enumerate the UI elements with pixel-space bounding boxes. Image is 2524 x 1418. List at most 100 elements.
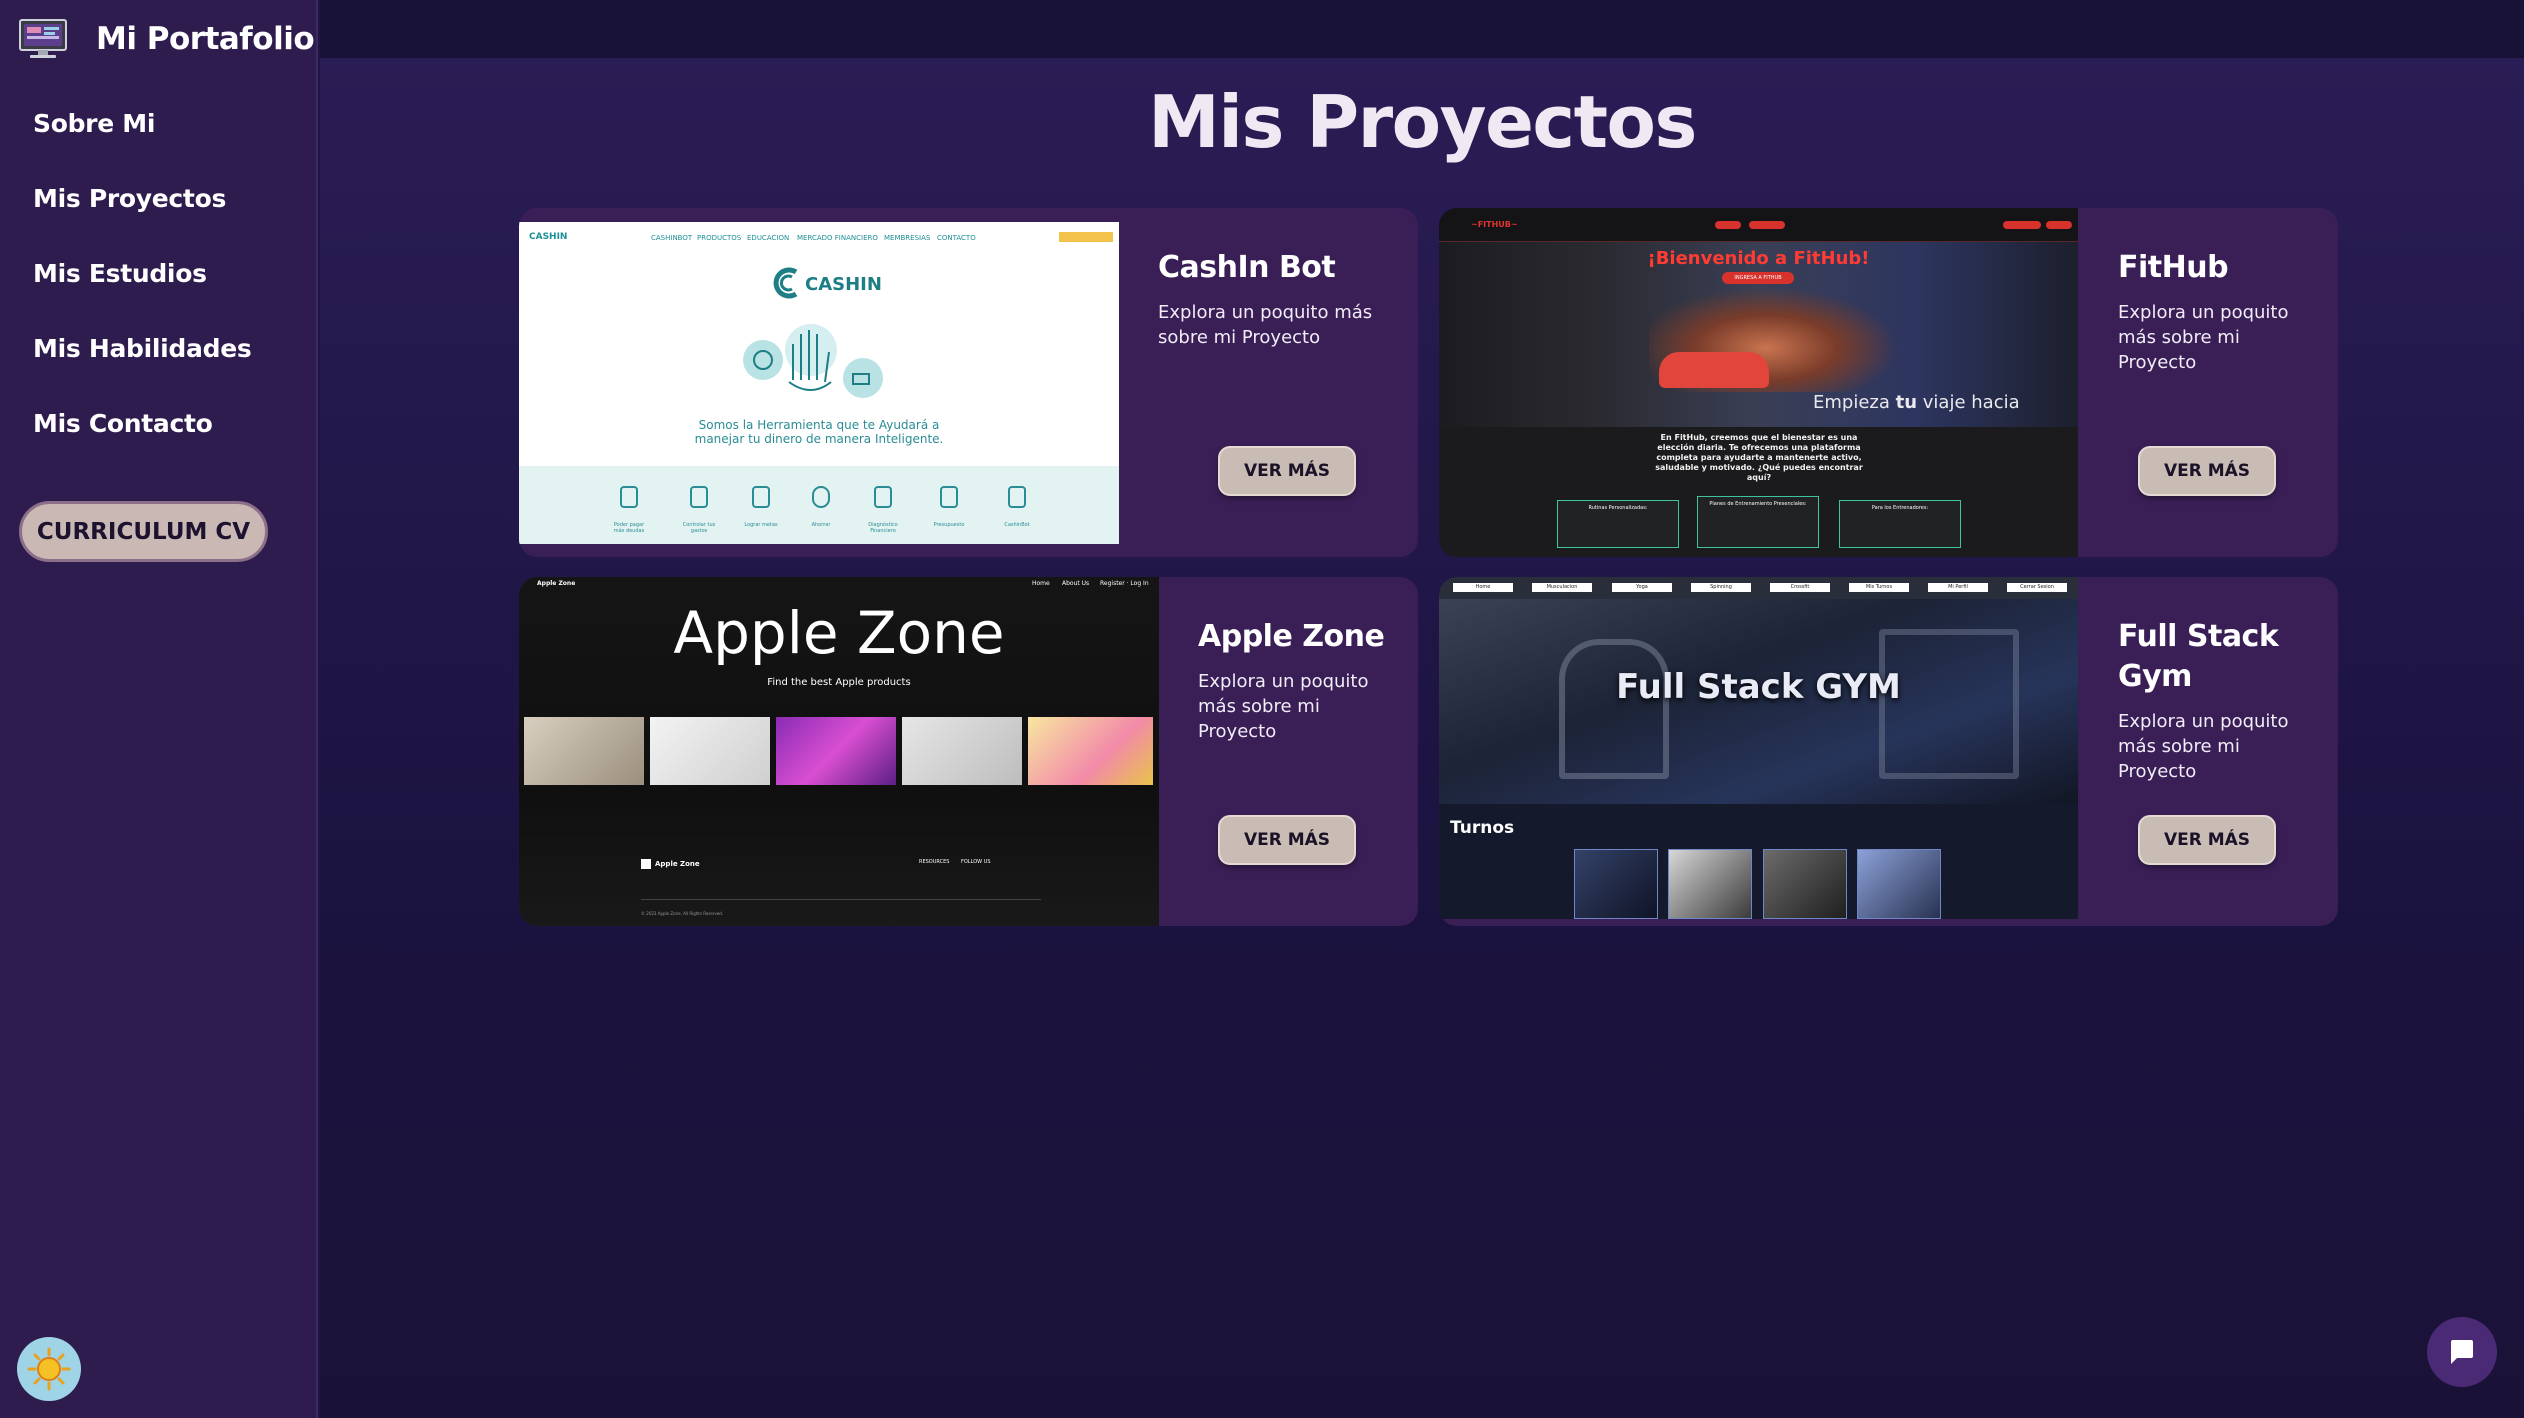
product-image [650, 717, 770, 785]
chat-button[interactable] [2427, 1317, 2497, 1387]
turnos-title: Turnos [1450, 818, 1515, 838]
project-card-fithub: ~FITHUB~ ¡Bienvenido a FitHub! INGRESA A… [1439, 208, 2338, 557]
sun-icon [27, 1347, 71, 1391]
chat-icon [2451, 1340, 2473, 1364]
thumb-cta [1059, 232, 1113, 242]
product-image [902, 717, 1022, 785]
thumb-nav-item: About Us [1062, 580, 1090, 587]
project-title: CashIn Bot [1158, 250, 1336, 285]
thumb-nav-tab: Cerrar Sesion [2007, 583, 2067, 592]
project-title: Apple Zone [1198, 619, 1385, 654]
nav-mis-estudios[interactable]: Mis Estudios [33, 254, 251, 329]
thumb-nav-tab: Musculacion [1532, 583, 1592, 592]
feature-label: Poder pagar más deudas [613, 522, 645, 534]
project-thumbnail[interactable]: Apple Zone Home About Us Register · Log … [519, 577, 1159, 926]
thumb-nav-item: MERCADO FINANCIERO [797, 234, 878, 242]
project-description: Explora un poquito más sobre mi Proyecto [2118, 711, 2289, 782]
thumb-nav-tab: Home [1453, 583, 1513, 592]
thumb-nav-pill [1749, 221, 1785, 229]
thumb-navbar: ~FITHUB~ [1439, 208, 2078, 242]
thumb-nav-pill [2046, 221, 2072, 229]
ver-mas-button[interactable]: VER MÁS [2138, 446, 2276, 496]
nav-mis-proyectos[interactable]: Mis Proyectos [33, 179, 251, 254]
overlay-word: tu [1895, 392, 1918, 413]
project-thumbnail[interactable]: Home Musculacion Yoga Spinning Crossfit … [1439, 577, 2078, 919]
sidebar: Mi Portafolio Sobre Mi Mis Proyectos Mis… [0, 0, 318, 1418]
monitor-icon [19, 19, 67, 58]
apple-footer-line [641, 899, 1041, 900]
project-description: Explora un poquito más sobre mi Proyecto [1198, 671, 1369, 742]
feature-item: Diagnóstico Financiero [859, 486, 907, 534]
turno-card [1763, 849, 1847, 919]
hero-shirt [1659, 352, 1769, 388]
thumb-logo-small: CASHIN [529, 232, 568, 242]
apple-subhead: Find the best Apple products [767, 677, 911, 688]
project-card-full-stack-gym: Home Musculacion Yoga Spinning Crossfit … [1439, 577, 2338, 926]
footer-col-title: RESOURCES [919, 859, 950, 865]
feature-label: Presupuesto [933, 522, 965, 528]
thumb-nav-item: CONTACTO [937, 234, 976, 242]
fithub-box: Rutinas Personalizadas: [1557, 500, 1679, 548]
thumb-nav-tab: Mi Perfil [1928, 583, 1988, 592]
thumb-nav-tab: Mis Turnos [1849, 583, 1909, 592]
ver-mas-button[interactable]: VER MÁS [1218, 446, 1356, 496]
gym-hero: Full Stack GYM [1439, 599, 2078, 804]
ver-mas-button[interactable]: VER MÁS [1218, 815, 1356, 865]
turnos-section: Turnos [1439, 804, 2078, 919]
nav-mis-habilidades[interactable]: Mis Habilidades [33, 329, 252, 404]
project-info: CashIn Bot Explora un poquito más sobre … [1158, 248, 1398, 350]
thumb-nav-item: Home [1032, 580, 1050, 587]
fithub-box: Para los Entrenadores: [1839, 500, 1961, 548]
brand[interactable]: Mi Portafolio [18, 18, 315, 60]
top-bar [320, 0, 2524, 58]
curriculum-cv-button[interactable]: CURRICULUM CV [19, 501, 268, 562]
features-strip: Poder pagar más deudas Controlar tus gas… [519, 466, 1119, 544]
gym-machine [1559, 639, 1669, 779]
cashin-logo: CASHIN [805, 274, 882, 295]
project-card-apple-zone: Apple Zone Home About Us Register · Log … [519, 577, 1418, 926]
thumb-nav-pill [2003, 221, 2041, 229]
fithub-box: Planes de Entrenamiento Presenciales: [1697, 496, 1819, 548]
thumb-navbar: CASHIN CASHINBOT PRODUCTOS EDUCACION MER… [519, 222, 1119, 250]
overlay-word: Empieza [1813, 392, 1890, 413]
feature-label: Ahorrar [811, 522, 831, 528]
project-info: Full Stack Gym Explora un poquito más so… [2118, 617, 2318, 784]
fithub-hero: ¡Bienvenido a FitHub! INGRESA A FITHUB E… [1439, 242, 2078, 427]
thumb-nav-item: CASHINBOT [651, 234, 693, 242]
theme-toggle[interactable] [17, 1337, 81, 1401]
gym-headline: Full Stack GYM [1616, 667, 1901, 707]
brand-title: Mi Portafolio [96, 21, 315, 57]
fithub-overlay-text: Empieza tu viaje hacia [1813, 392, 2020, 413]
feature-item: Presupuesto [929, 486, 969, 528]
footer-col-title: FOLLOW US [961, 859, 991, 865]
thumb-nav-item: Register · Log In [1100, 580, 1149, 587]
box-title: Planes de Entrenamiento Presenciales: [1709, 501, 1807, 507]
box-title: Para los Entrenadores: [1871, 505, 1929, 511]
apple-headline: Apple Zone [673, 599, 1005, 667]
main-content: Mis Proyectos CASHIN CASHINBOT PRODUCTOS… [320, 58, 2524, 1418]
fithub-welcome: ¡Bienvenido a FitHub! [1647, 248, 1870, 269]
page-title: Mis Proyectos [1148, 80, 1697, 164]
thumb-brand: Apple Zone [537, 580, 576, 587]
nav-mis-contacto[interactable]: Mis Contacto [33, 404, 251, 479]
project-description: Explora un poquito más sobre mi Proyecto [1158, 302, 1373, 348]
feature-label: CashinBot [1004, 522, 1030, 528]
feature-item: Ahorrar [801, 486, 841, 528]
turno-card [1574, 849, 1658, 919]
hands-illustration [743, 324, 883, 398]
project-card-cashin: CASHIN CASHINBOT PRODUCTOS EDUCACION MER… [519, 208, 1418, 557]
project-title: Full Stack Gym [2118, 619, 2279, 694]
box-title: Rutinas Personalizadas: [1588, 505, 1648, 511]
footer-copyright: © 2023 Apple Zone. All Rights Reserved. [641, 911, 724, 916]
nav-sobre-mi[interactable]: Sobre Mi [33, 104, 251, 179]
project-thumbnail[interactable]: CASHIN CASHINBOT PRODUCTOS EDUCACION MER… [519, 222, 1119, 544]
thumb-navbar: Home Musculacion Yoga Spinning Crossfit … [1439, 577, 2078, 599]
tagline-line: Somos la Herramienta que te Ayudará a [698, 418, 940, 432]
project-thumbnail[interactable]: ~FITHUB~ ¡Bienvenido a FitHub! INGRESA A… [1439, 208, 2078, 557]
thumb-nav-tab: Yoga [1612, 583, 1672, 592]
cashin-tagline: Somos la Herramienta que te Ayudará a ma… [519, 418, 1119, 446]
ver-mas-button[interactable]: VER MÁS [2138, 815, 2276, 865]
feature-label: Controlar tus gastos [682, 522, 716, 534]
thumb-brand: ~FITHUB~ [1471, 220, 1518, 229]
feature-item: Controlar tus gastos [679, 486, 719, 534]
